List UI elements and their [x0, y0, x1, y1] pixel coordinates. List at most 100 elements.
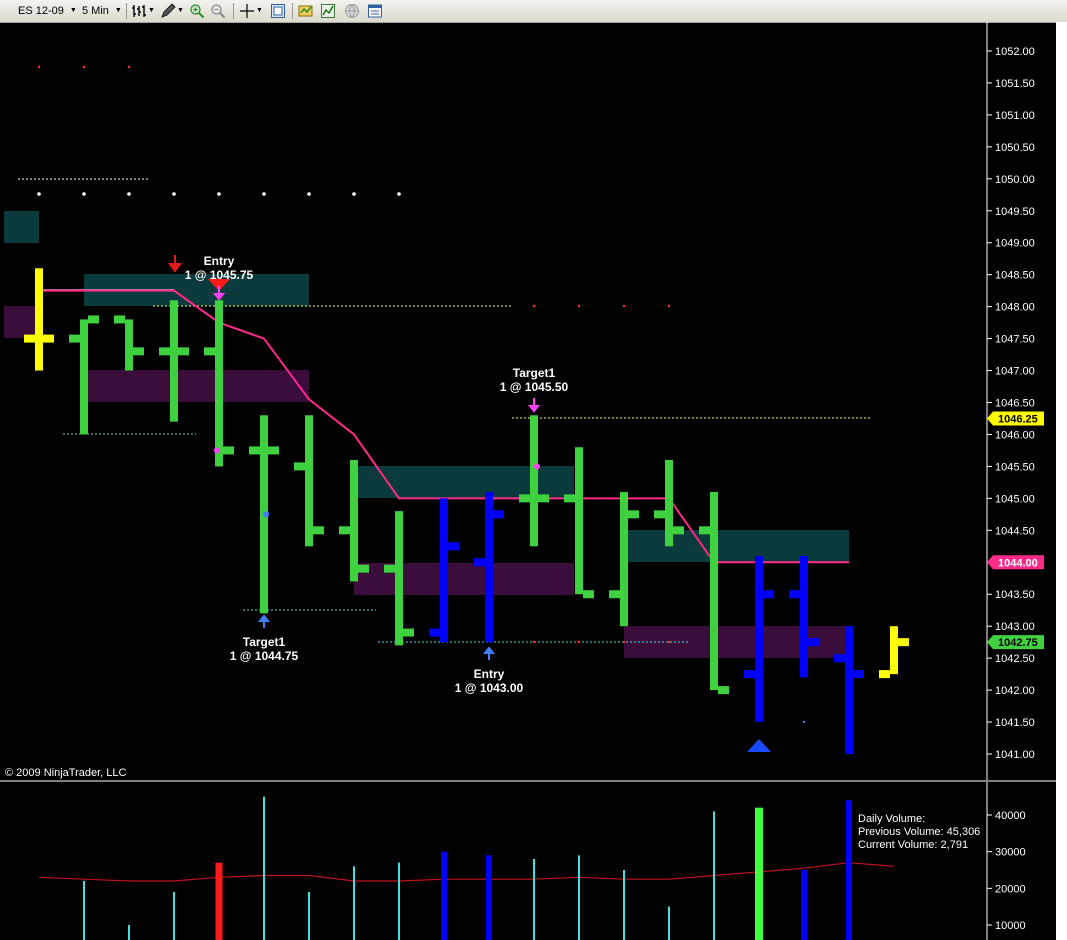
pivot-dot — [82, 65, 86, 69]
price-tick-label: 1045.00 — [995, 493, 1035, 505]
chevron-down-icon: ▼ — [114, 7, 122, 14]
price-tick-label: 1042.50 — [995, 653, 1035, 665]
price-tick-label: 1047.50 — [995, 334, 1035, 346]
entry-arrow-icon — [168, 255, 182, 273]
volume-bar — [623, 870, 625, 940]
zoom-in-icon[interactable] — [189, 3, 205, 19]
zoom-out-icon[interactable] — [210, 3, 226, 19]
fill-marker — [263, 511, 269, 518]
bar-range — [395, 511, 403, 646]
annotation-target-1: Target1 — [243, 635, 286, 649]
price-tick-label: 1041.50 — [995, 717, 1035, 729]
volume-bar — [533, 859, 535, 940]
target-arrow-icon — [257, 614, 271, 628]
price-bar — [879, 626, 909, 679]
price-tick-label: 1048.00 — [995, 302, 1035, 314]
price-marker-label: 1046.25 — [998, 413, 1038, 425]
bar-open-tick — [564, 494, 575, 503]
volume-average-line — [38, 862, 895, 882]
pivot-dot — [352, 192, 356, 196]
price-tick-label: 1043.00 — [995, 621, 1035, 633]
indicators-icon[interactable] — [298, 3, 314, 19]
data-box-icon[interactable] — [367, 3, 383, 19]
price-tick-label: 1049.00 — [995, 238, 1035, 250]
crosshair-icon[interactable] — [239, 3, 255, 19]
annotation-target-1-detail: 1 @ 1044.75 — [230, 649, 299, 663]
chevron-down-icon[interactable]: ▼ — [256, 3, 263, 18]
draw-pencil-icon[interactable] — [160, 3, 176, 19]
bar-open-tick — [339, 526, 350, 535]
chevron-down-icon[interactable]: ▼ — [177, 3, 184, 18]
instrument-selector[interactable]: ES 12-09 ▼ — [18, 3, 77, 18]
window-edge — [1056, 22, 1067, 940]
pivot-dot — [622, 304, 626, 308]
price-bar — [114, 315, 144, 371]
bar-open-tick — [654, 510, 665, 519]
bar-range — [845, 626, 853, 754]
price-tick-label: 1043.50 — [995, 589, 1035, 601]
globe-icon[interactable] — [344, 3, 360, 19]
pivot-dot — [82, 192, 86, 196]
pivot-dot — [577, 304, 581, 308]
entry-arrow-icon — [482, 646, 496, 660]
volume-bar — [215, 862, 223, 940]
bar-open-tick — [744, 670, 755, 679]
price-bar — [294, 415, 324, 547]
fill-marker — [802, 720, 806, 724]
bar-range — [440, 498, 448, 643]
volume-bars — [83, 796, 852, 940]
chart-properties-icon[interactable] — [270, 3, 286, 19]
bar-open-tick — [159, 347, 170, 356]
bar-type-icon[interactable] — [131, 3, 147, 19]
bar-open-tick — [204, 347, 215, 356]
annotation-entry-1: Entry — [204, 254, 235, 268]
volume-bar — [441, 851, 447, 940]
price-tick-label: 1041.00 — [995, 749, 1035, 761]
bar-close-tick — [223, 446, 234, 455]
bar-range — [575, 447, 583, 595]
bar-range — [80, 319, 88, 435]
pivot-dot — [127, 192, 131, 196]
volume-bar — [713, 811, 715, 940]
price-chart[interactable]: Entry 1 @ 1045.75 Target1 1 @ 1044.75 Ta… — [0, 22, 1056, 940]
pivot-dot — [532, 304, 536, 308]
bar-open-tick — [879, 670, 890, 679]
annotation-entry-2-detail: 1 @ 1043.00 — [455, 681, 524, 695]
pivot-dot — [667, 304, 671, 308]
price-bar — [699, 491, 729, 695]
volume-bar — [846, 800, 852, 940]
price-tick-label: 1046.50 — [995, 398, 1035, 410]
strategies-icon[interactable] — [320, 3, 336, 19]
volume-info: Daily Volume: Previous Volume: 45,306 Cu… — [858, 813, 980, 851]
pivot-dot — [37, 65, 41, 69]
chevron-down-icon[interactable]: ▼ — [148, 3, 155, 18]
bar-range — [305, 415, 313, 547]
volume-tick-label: 30000 — [995, 847, 1026, 859]
bar-close-tick — [403, 628, 414, 637]
bar-close-tick — [718, 686, 729, 695]
volume-bar — [83, 881, 85, 940]
annotation-entry-2: Entry — [474, 667, 505, 681]
price-tick-label: 1051.50 — [995, 78, 1035, 90]
bar-open-tick — [249, 446, 260, 455]
purple-zone — [84, 370, 309, 402]
teal-zone — [4, 211, 39, 243]
bar-close-tick — [358, 564, 369, 573]
volume-bar — [353, 866, 355, 940]
interval-label: 5 Min — [82, 4, 109, 17]
bar-range — [35, 268, 43, 371]
pivot-dot — [532, 640, 536, 644]
support-resistance-zones — [4, 211, 849, 658]
volume-info-current: Current Volume: 2,791 — [858, 839, 968, 851]
interval-selector[interactable]: 5 Min ▼ — [82, 3, 122, 18]
bar-open-tick — [474, 558, 485, 567]
bar-close-tick — [88, 315, 99, 324]
bar-open-tick — [609, 590, 620, 599]
price-tick-label: 1045.50 — [995, 461, 1035, 473]
bar-close-tick — [268, 446, 279, 455]
bar-open-tick — [294, 462, 305, 471]
bar-close-tick — [763, 590, 774, 599]
pivot-dot — [37, 192, 41, 196]
price-marker-label: 1044.00 — [998, 557, 1038, 569]
bar-close-tick — [178, 347, 189, 356]
